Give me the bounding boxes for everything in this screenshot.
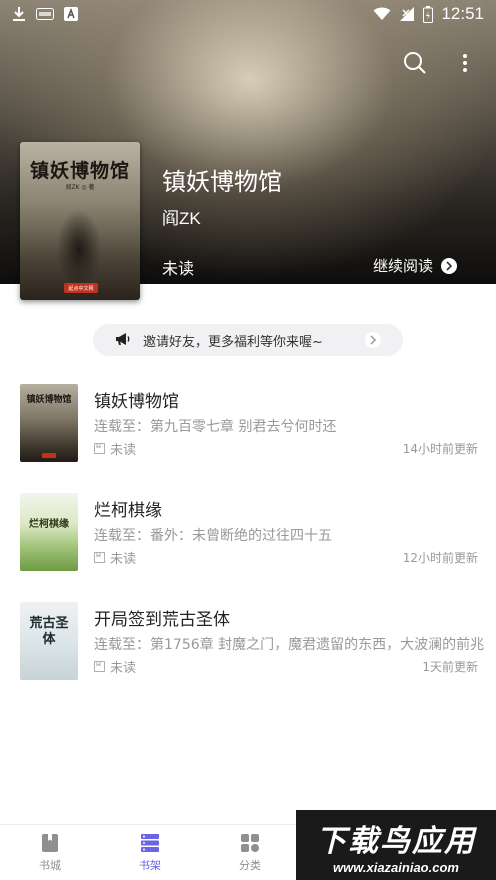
a-icon xyxy=(64,7,78,21)
read-status: 未读 xyxy=(94,657,136,676)
wifi-icon xyxy=(373,7,391,21)
list-item[interactable]: 烂柯棋缘 烂柯棋缘 连载至：番外：未曾断绝的过往四十五 未读 12小时前更新 xyxy=(0,493,496,575)
read-status: 未读 xyxy=(94,439,136,458)
book-status-icon xyxy=(94,661,105,672)
category-icon xyxy=(241,833,259,852)
update-time: 12小时前更新 xyxy=(402,551,478,565)
book-thumbnail: 荒古圣体 xyxy=(20,602,78,680)
status-bar: 12:51 xyxy=(0,0,496,28)
read-status-text: 未读 xyxy=(110,552,137,567)
book-author: 阎ZK xyxy=(162,209,201,228)
list-item[interactable]: 荒古圣体 开局签到荒古圣体 连载至：第1756章 封魔之门，魔君遗留的东西，大波… xyxy=(0,602,496,684)
nav-item-category[interactable]: 分类 xyxy=(200,825,300,880)
book-status-icon xyxy=(94,443,105,454)
book-title: 烂柯棋缘 xyxy=(94,501,162,521)
cover-title-art: 镇妖博物馆 xyxy=(29,160,130,182)
nav-item-bookshelf[interactable]: 书架 xyxy=(100,825,200,880)
continue-reading-button[interactable]: 继续阅读 xyxy=(373,255,458,276)
nav-label: 书架 xyxy=(139,858,161,872)
book-icon xyxy=(42,833,58,852)
search-button[interactable] xyxy=(398,46,432,80)
download-icon xyxy=(12,6,26,22)
more-button[interactable] xyxy=(448,46,482,80)
thumbnail-art: 烂柯棋缘 xyxy=(29,519,69,530)
watermark: 下载鸟应用 www.xiazainiao.com xyxy=(296,810,496,880)
latest-chapter: 连载至：第九百零七章 别君去兮何时还 xyxy=(94,419,337,435)
nav-item-bookstore[interactable]: 书城 xyxy=(0,825,100,880)
read-status-text: 未读 xyxy=(110,443,137,458)
book-thumbnail: 烂柯棋缘 xyxy=(20,493,78,571)
nav-label: 分类 xyxy=(239,858,261,872)
invite-text: 邀请好友，更多福利等你来喔~ xyxy=(143,334,323,350)
thumbnail-badge xyxy=(42,453,56,458)
cover-figure xyxy=(54,204,104,284)
update-time: 1天前更新 xyxy=(422,660,478,674)
nav-label: 书城 xyxy=(39,858,61,872)
search-icon xyxy=(404,52,426,74)
book-status-icon xyxy=(94,552,105,563)
continue-reading-label: 继续阅读 xyxy=(373,257,434,275)
book-title: 镇妖博物馆 xyxy=(94,392,179,412)
signal-icon xyxy=(399,6,415,22)
read-status: 未读 xyxy=(94,548,136,567)
watermark-sub: www.xiazainiao.com xyxy=(333,859,459,875)
list-item[interactable]: 镇妖博物馆 镇妖博物馆 连载至：第九百零七章 别君去兮何时还 未读 14小时前更… xyxy=(0,384,496,466)
bookshelf-icon xyxy=(141,833,159,852)
book-title: 镇妖博物馆 xyxy=(162,168,282,196)
latest-chapter: 连载至：番外：未曾断绝的过往四十五 xyxy=(94,528,332,544)
watermark-main: 下载鸟应用 xyxy=(316,823,476,859)
update-time: 14小时前更新 xyxy=(402,442,478,456)
status-time: 12:51 xyxy=(441,4,484,23)
battery-icon xyxy=(423,5,434,23)
chevron-right-icon xyxy=(365,332,381,348)
book-thumbnail: 镇妖博物馆 xyxy=(20,384,78,462)
book-cover[interactable]: 镇妖博物馆 阎ZK ◎ 著 起点中文网 xyxy=(20,142,140,300)
thumbnail-art: 镇妖博物馆 xyxy=(26,395,72,405)
latest-chapter: 连载至：第1756章 封魔之门，魔君遗留的东西，大波澜的前兆 xyxy=(94,637,485,653)
cover-author-art: 阎ZK ◎ 著 xyxy=(65,184,95,191)
chevron-right-icon xyxy=(441,257,458,274)
cover-badge: 起点中文网 xyxy=(64,283,98,293)
megaphone-icon xyxy=(115,331,131,350)
app-icon xyxy=(36,8,54,20)
more-vertical-icon xyxy=(463,54,467,72)
invite-banner[interactable]: 邀请好友，更多福利等你来喔~ xyxy=(93,324,403,356)
thumbnail-art: 荒古圣体 xyxy=(29,616,69,647)
book-title: 开局签到荒古圣体 xyxy=(94,610,230,630)
read-status: 未读 xyxy=(162,259,195,278)
read-status-text: 未读 xyxy=(110,661,137,676)
